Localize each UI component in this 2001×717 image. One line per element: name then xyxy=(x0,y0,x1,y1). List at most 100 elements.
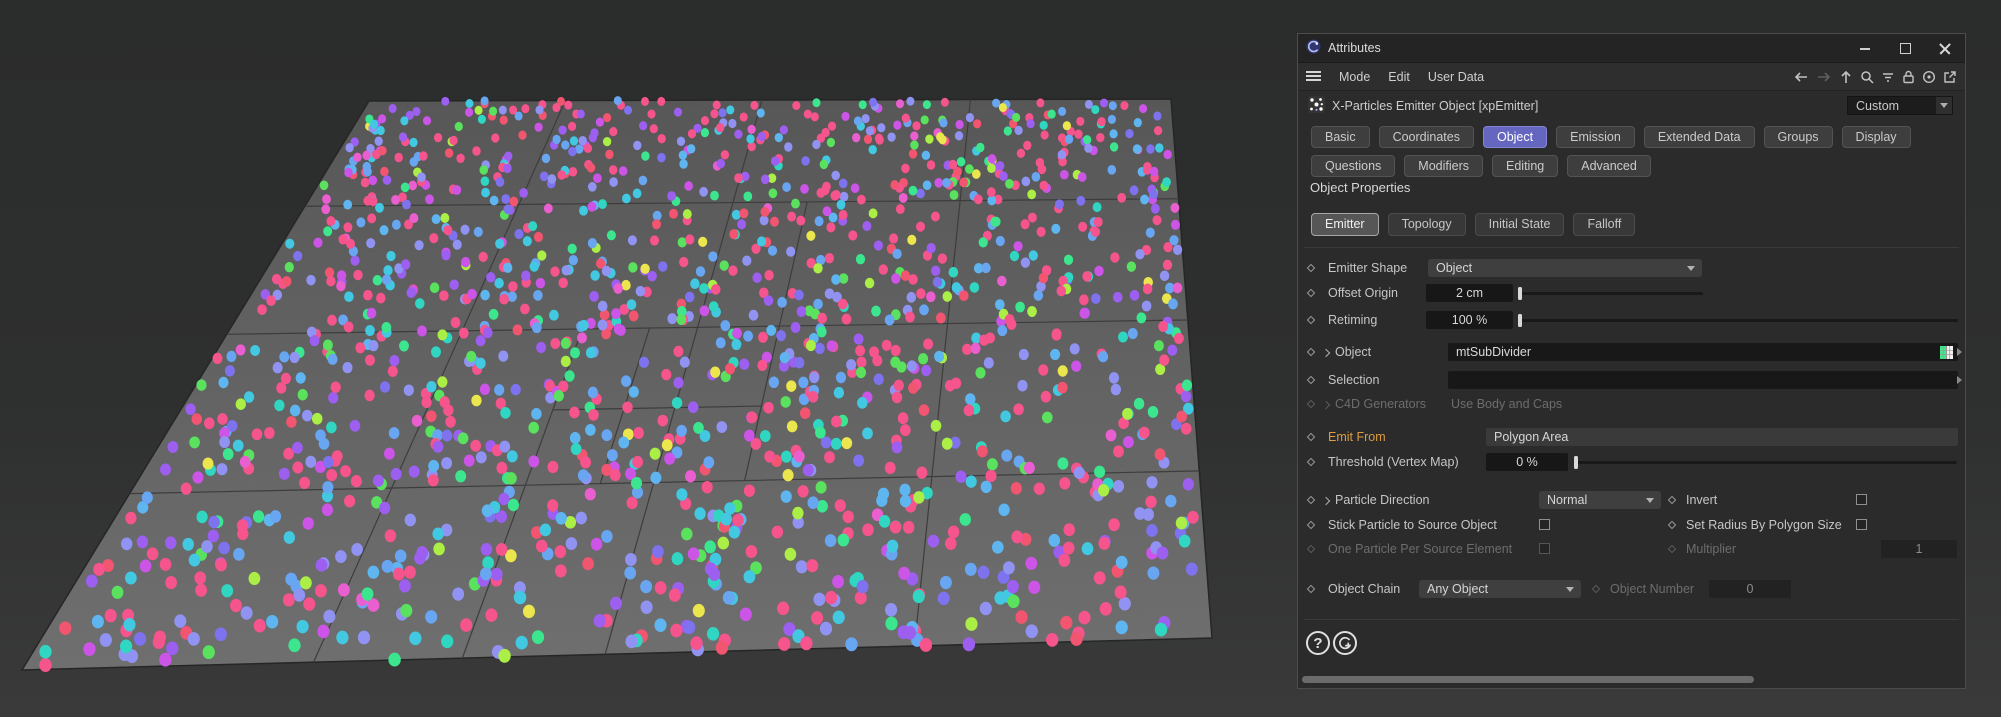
forward-arrow-icon[interactable] xyxy=(1816,70,1832,84)
offset-origin-label: Offset Origin xyxy=(1328,286,1398,300)
menu-icon[interactable] xyxy=(1306,71,1321,82)
keyframe-diamond-icon[interactable] xyxy=(1306,375,1316,385)
tab-basic[interactable]: Basic xyxy=(1311,126,1370,148)
field-menu-arrow-icon[interactable] xyxy=(1957,376,1962,384)
tab-row-1: Basic Coordinates Object Emission Extend… xyxy=(1311,126,1955,148)
retiming-slider[interactable] xyxy=(1518,314,1958,327)
keyframe-diamond-icon xyxy=(1667,544,1677,554)
chevron-down-icon[interactable] xyxy=(1936,97,1952,114)
stick-label: Stick Particle to Source Object xyxy=(1328,518,1497,532)
tab-extended-data[interactable]: Extended Data xyxy=(1643,126,1755,148)
keyframe-diamond-icon[interactable] xyxy=(1306,315,1316,325)
close-button[interactable] xyxy=(1939,42,1951,54)
subtab-emitter[interactable]: Emitter xyxy=(1311,213,1379,236)
keyframe-diamond-icon[interactable] xyxy=(1306,520,1316,530)
back-arrow-icon[interactable] xyxy=(1793,70,1809,84)
menu-edit[interactable]: Edit xyxy=(1388,70,1410,84)
object-number-input: 0 xyxy=(1709,580,1791,598)
object-chain-dropdown[interactable]: Any Object xyxy=(1419,580,1581,598)
emitter-shape-dropdown[interactable]: Object xyxy=(1428,259,1702,277)
object-chain-value: Any Object xyxy=(1427,582,1489,596)
field-menu-arrow-icon[interactable] xyxy=(1957,348,1962,356)
selection-field[interactable] xyxy=(1448,371,1958,389)
tab-coordinates[interactable]: Coordinates xyxy=(1378,126,1474,148)
slider-handle[interactable] xyxy=(1518,287,1522,300)
row-oneparticle-multiplier: One Particle Per Source Element Multipli… xyxy=(1306,539,1957,560)
keyframe-diamond-icon[interactable] xyxy=(1306,457,1316,467)
keyframe-diamond-icon[interactable] xyxy=(1306,495,1316,505)
retiming-input[interactable]: 100 % xyxy=(1426,311,1513,329)
minimize-button[interactable] xyxy=(1859,42,1871,54)
row-retiming: Retiming 100 % xyxy=(1306,310,1958,331)
retiming-label: Retiming xyxy=(1328,313,1378,327)
invert-checkbox[interactable] xyxy=(1856,494,1867,505)
help-button[interactable] xyxy=(1306,631,1330,655)
c4d-generators-value: Use Body and Caps xyxy=(1451,397,1563,411)
tab-groups[interactable]: Groups xyxy=(1763,126,1833,148)
slider-handle[interactable] xyxy=(1574,456,1578,469)
tab-object[interactable]: Object xyxy=(1482,126,1548,148)
particle-direction-label: Particle Direction xyxy=(1335,493,1430,507)
expand-chevron-icon[interactable] xyxy=(1321,348,1331,357)
subtab-topology[interactable]: Topology xyxy=(1387,213,1466,236)
maximize-button[interactable] xyxy=(1899,42,1911,54)
keyframe-diamond-icon xyxy=(1306,399,1316,409)
threshold-input[interactable]: 0 % xyxy=(1486,453,1568,471)
tab-advanced[interactable]: Advanced xyxy=(1567,155,1651,177)
particle-direction-dropdown[interactable]: Normal xyxy=(1539,491,1661,509)
reset-button[interactable] xyxy=(1333,631,1357,655)
search-icon[interactable] xyxy=(1860,70,1874,84)
keyframe-diamond-icon[interactable] xyxy=(1306,288,1316,298)
keyframe-diamond-icon[interactable] xyxy=(1306,584,1316,594)
keyframe-diamond-icon[interactable] xyxy=(1306,347,1316,357)
keyframe-diamond-icon[interactable] xyxy=(1306,263,1316,273)
tab-emission[interactable]: Emission xyxy=(1556,126,1635,148)
open-external-icon[interactable] xyxy=(1943,70,1957,84)
expand-chevron-icon[interactable] xyxy=(1321,496,1331,505)
subtab-falloff[interactable]: Falloff xyxy=(1573,213,1636,236)
record-target-icon[interactable] xyxy=(1922,70,1936,84)
keyframe-diamond-icon xyxy=(1591,584,1601,594)
tab-questions[interactable]: Questions xyxy=(1311,155,1396,177)
chevron-down-icon xyxy=(1687,265,1695,271)
set-radius-checkbox[interactable] xyxy=(1856,519,1867,530)
emitter-shape-value: Object xyxy=(1436,261,1473,275)
subtab-initial-state[interactable]: Initial State xyxy=(1474,213,1565,236)
threshold-slider[interactable] xyxy=(1574,456,1957,469)
tab-modifiers[interactable]: Modifiers xyxy=(1404,155,1483,177)
subtab-row: Emitter Topology Initial State Falloff xyxy=(1311,213,1955,236)
offset-origin-slider[interactable] xyxy=(1518,287,1703,300)
object-link-field[interactable]: mtSubDivider xyxy=(1448,343,1958,361)
row-particle-direction: Particle Direction Normal Invert xyxy=(1306,490,1955,511)
titlebar[interactable]: Attributes xyxy=(1298,34,1965,63)
horizontal-scrollbar[interactable] xyxy=(1302,676,1754,683)
tab-editing[interactable]: Editing xyxy=(1492,155,1559,177)
stick-checkbox[interactable] xyxy=(1539,519,1550,530)
lock-icon[interactable] xyxy=(1902,70,1915,84)
chevron-down-icon xyxy=(1646,497,1654,503)
menu-mode[interactable]: Mode xyxy=(1339,70,1370,84)
threshold-label: Threshold (Vertex Map) xyxy=(1328,455,1459,469)
row-emitter-shape: Emitter Shape Object xyxy=(1306,258,1955,279)
chevron-down-icon xyxy=(1566,586,1574,592)
keyframe-diamond-icon[interactable] xyxy=(1667,520,1677,530)
preset-dropdown[interactable]: Custom xyxy=(1847,96,1953,115)
tab-display[interactable]: Display xyxy=(1841,126,1911,148)
object-texture-icon[interactable] xyxy=(1940,346,1953,362)
particle-direction-value: Normal xyxy=(1547,493,1588,507)
menu-user-data[interactable]: User Data xyxy=(1428,70,1484,84)
slider-handle[interactable] xyxy=(1518,314,1522,327)
selection-label: Selection xyxy=(1328,373,1380,387)
keyframe-diamond-icon[interactable] xyxy=(1306,432,1316,442)
up-arrow-icon[interactable] xyxy=(1839,70,1853,84)
object-number-label: Object Number xyxy=(1610,582,1695,596)
filter-icon[interactable] xyxy=(1881,70,1895,84)
object-label: Object xyxy=(1335,345,1372,359)
keyframe-diamond-icon[interactable] xyxy=(1667,495,1677,505)
divider xyxy=(1304,619,1959,620)
emit-from-dropdown[interactable]: Polygon Area xyxy=(1486,428,1958,446)
offset-origin-input[interactable]: 2 cm xyxy=(1426,284,1513,302)
reset-arrow-icon xyxy=(1339,636,1352,650)
keyframe-diamond-icon xyxy=(1306,544,1316,554)
one-particle-checkbox xyxy=(1539,543,1550,554)
